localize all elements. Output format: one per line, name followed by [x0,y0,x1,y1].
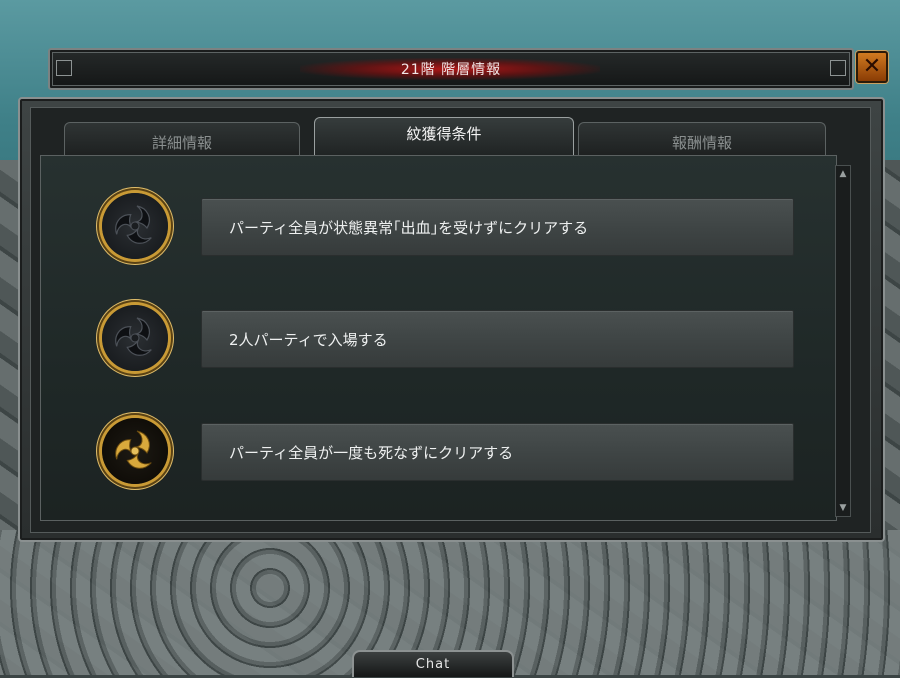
chat-label: Chat [415,657,451,672]
chat-tab[interactable]: Chat [352,650,514,677]
title-bar[interactable]: 21階 階層情報 [48,48,854,90]
tomoe-crest-icon [102,418,168,484]
condition-item: パーティ全員が状態異常｢出血｣を受けずにクリアする [201,198,794,256]
window-title: 21階 階層情報 [400,62,502,78]
tab-rewards[interactable]: 報酬情報 [578,122,826,157]
condition-item: パーティ全員が一度も死なずにクリアする [201,423,794,481]
scroll-down-icon[interactable]: ▼ [837,502,849,514]
condition-text: 2人パーティで入場する [229,331,388,349]
tab-label: 詳細情報 [151,134,212,152]
close-icon: ✕ [862,54,882,79]
condition-text: パーティ全員が状態異常｢出血｣を受けずにクリアする [229,219,589,237]
condition-item: 2人パーティで入場する [201,310,794,368]
scrollbar[interactable]: ▲ ▼ [835,165,851,517]
frame-corner-ornament [830,60,846,76]
close-button[interactable]: ✕ [856,51,888,83]
condition-text: パーティ全員が一度も死なずにクリアする [229,444,514,462]
tomoe-crest-icon [102,305,168,371]
tab-label: 報酬情報 [671,134,732,152]
tab-label: 紋獲得条件 [406,125,482,143]
tab-details[interactable]: 詳細情報 [64,122,300,157]
tomoe-crest-icon [102,193,168,259]
tab-crest-conditions[interactable]: 紋獲得条件 [314,117,574,158]
scroll-up-icon[interactable]: ▲ [837,168,849,180]
